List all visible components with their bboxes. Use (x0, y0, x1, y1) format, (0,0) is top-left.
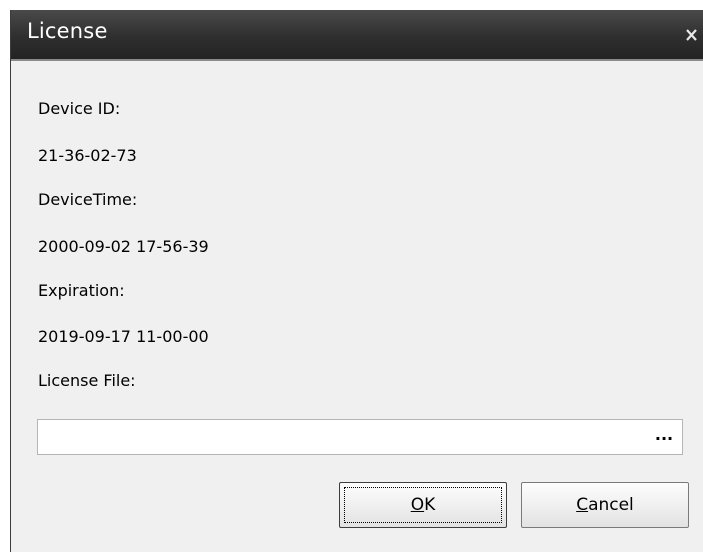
device-id-value: 21-36-02-73 (38, 146, 137, 165)
dialog-body: Device ID: 21-36-02-73 DeviceTime: 2000-… (11, 61, 703, 552)
title-bar[interactable]: License (11, 10, 703, 61)
cancel-button[interactable]: Cancel (521, 482, 689, 528)
browse-button[interactable]: ... (652, 426, 676, 448)
expiration-value: 2019-09-17 11-00-00 (38, 327, 209, 346)
close-icon (686, 29, 697, 41)
close-button[interactable] (680, 16, 702, 46)
expiration-label: Expiration: (38, 281, 125, 300)
device-id-label: Device ID: (38, 99, 121, 118)
cancel-label-rest: ancel (588, 495, 634, 515)
device-time-label: DeviceTime: (38, 190, 138, 209)
dialog-title: License (27, 19, 108, 43)
cancel-mnemonic: C (576, 495, 589, 515)
license-file-label: License File: (38, 371, 136, 390)
license-dialog: License Device ID: 21-36-02-73 DeviceTim… (10, 10, 703, 552)
focus-ring (344, 487, 502, 523)
device-time-value: 2000-09-02 17-56-39 (38, 237, 209, 256)
license-file-field: ... (37, 419, 683, 455)
ok-button[interactable]: OK (339, 482, 507, 528)
ellipsis-icon: ... (654, 425, 674, 444)
license-file-input[interactable] (38, 420, 638, 454)
